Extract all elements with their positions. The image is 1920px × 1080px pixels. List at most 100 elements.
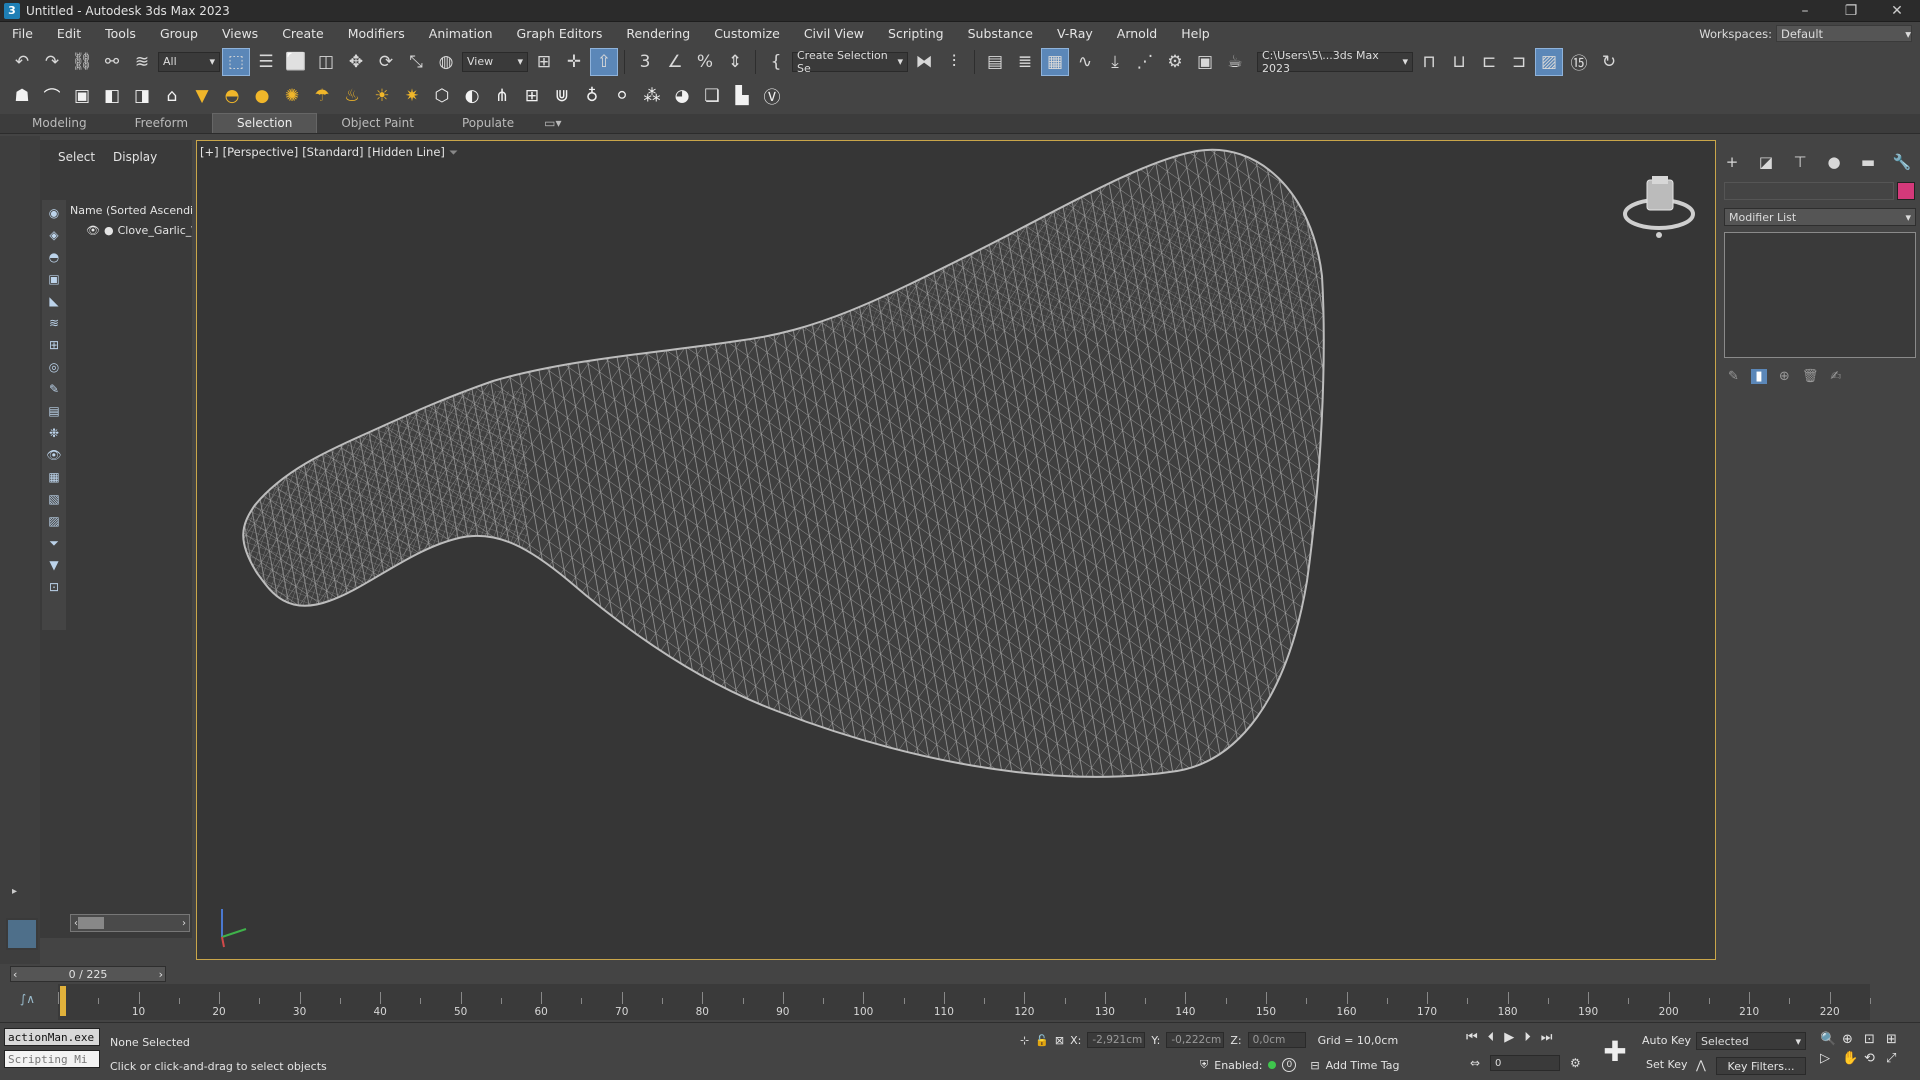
schematic-view-icon[interactable]: ⤓ [1101,48,1129,76]
multi-material-icon[interactable]: ❏ [698,82,726,110]
menu-create[interactable]: Create [270,26,336,41]
shapes-filter-icon[interactable]: ◓ [45,248,63,266]
angle-snap-icon[interactable]: ∠ [661,48,689,76]
move-icon[interactable]: ✥ [342,48,370,76]
project-path-dropdown[interactable]: C:\Users\5\...3ds Max 2023 ▾ [1257,49,1413,75]
next-frame-icon[interactable]: ⏵ [1524,1030,1531,1045]
vray-grass-icon[interactable]: ⋓ [548,82,576,110]
curve-editor-icon[interactable]: ∿ [1071,48,1099,76]
current-frame-field[interactable]: 0 [1490,1055,1560,1071]
key-mode-toggle-icon[interactable]: ⇔ [1470,1056,1480,1070]
workspace-dropdown[interactable]: Default ▾ [1776,25,1912,42]
tab-select[interactable]: Select [58,150,95,164]
groups-filter-icon[interactable]: ◎ [45,358,63,376]
lock-selection-icon[interactable]: 🔓 [1035,1034,1049,1047]
frame-buffer-icon[interactable]: ▣ [68,82,96,110]
menu-views[interactable]: Views [210,26,270,41]
menu-arnold[interactable]: Arnold [1105,26,1169,41]
tab-freeform[interactable]: Freeform [111,114,212,133]
named-selection-set-dropdown[interactable]: Create Selection Se ▾ [792,49,908,75]
hidden-filter-icon[interactable]: ▦ [45,468,63,486]
spinner-snap-icon[interactable]: ⇕ [721,48,749,76]
remove-modifier-icon[interactable]: 🗑 [1802,369,1819,384]
show-end-result-icon[interactable]: ▮ [1750,368,1767,384]
expand-panel-icon[interactable]: ▸ [12,886,28,902]
vray-sphere-icon[interactable]: ◐ [458,82,486,110]
geometry-filter-icon[interactable]: ◈ [45,226,63,244]
rotate-icon[interactable]: ⟳ [372,48,400,76]
display-none-icon[interactable]: ◉ [45,204,63,222]
render-icon[interactable]: ◧ [98,82,126,110]
chevron-right-icon[interactable]: › [182,918,186,929]
viewport-display-mode-label[interactable]: [Hidden Line] [367,145,444,160]
object-color-swatch[interactable] [1897,182,1915,200]
bind-space-warp-icon[interactable]: ≋ [128,48,156,76]
vray-proxy-icon[interactable]: ⬡ [428,82,456,110]
menu-scripting[interactable]: Scripting [876,26,956,41]
reference-coordinate-dropdown[interactable]: View ▾ [462,51,528,72]
viewport-layout-icon[interactable] [6,918,38,950]
ambient-light-icon[interactable]: ✷ [398,82,426,110]
vray-scatter-icon[interactable]: ♁ [578,82,606,110]
menu-graph-editors[interactable]: Graph Editors [505,26,615,41]
menu-group[interactable]: Group [148,26,210,41]
select-by-name-icon[interactable]: ☰ [252,48,280,76]
configure-modifier-sets-icon[interactable]: ✍ [1830,369,1841,384]
viewport-shading-label[interactable]: [Standard] [302,145,363,160]
vray-light-icon[interactable]: ▼ [188,82,216,110]
garlic-clove-wireframe[interactable] [197,141,1715,959]
vray-fur-icon[interactable]: ⋔ [488,82,516,110]
palette-icon[interactable]: ◕ [668,82,696,110]
containers-filter-icon[interactable]: ❉ [45,424,63,442]
render-setup-icon[interactable]: ⚙ [1161,48,1189,76]
space-warps-filter-icon[interactable]: ⊞ [45,336,63,354]
scene-explorer-icon[interactable]: ▤ [981,48,1009,76]
add-time-tag-button[interactable]: Add Time Tag [1326,1059,1400,1072]
keyboard-shortcut-override-icon[interactable]: ⇧ [590,47,618,76]
isolate-icon[interactable]: ⊹ [1020,1034,1029,1047]
maxscript-listener-output[interactable]: Scripting Mi [4,1050,100,1068]
chevron-right-icon[interactable]: › [159,968,163,981]
go-to-end-icon[interactable]: ⏭ [1541,1030,1553,1045]
curve-editor-toggle-icon[interactable]: ∫∧ [20,992,35,1006]
tab-display[interactable]: Display [113,150,157,164]
bones-filter-icon[interactable]: ▤ [45,402,63,420]
unlink-icon[interactable]: ⚯ [98,48,126,76]
menu-tools[interactable]: Tools [93,26,148,41]
time-tag-icon[interactable]: ⊟ [1310,1059,1319,1072]
key-mode-dropdown[interactable]: Selected ▾ [1696,1032,1806,1050]
material-library-icon[interactable]: ⁂ [638,82,666,110]
maximize-viewport-icon[interactable]: ⤢ [1886,1051,1906,1066]
close-button[interactable]: ✕ [1874,0,1920,22]
sphere-light-icon[interactable]: ● [248,82,276,110]
dome-light-icon[interactable]: ◓ [218,82,246,110]
link-icon[interactable]: ⛓ [68,48,96,76]
enabled-status-icon[interactable] [1268,1061,1277,1069]
cameras-filter-icon[interactable]: ◣ [45,292,63,310]
ies-light-icon[interactable]: ♨ [338,82,366,110]
menu-vray[interactable]: V-Ray [1045,26,1105,41]
ribbon-options-icon[interactable]: ▭▾ [538,114,567,133]
pivot-center-icon[interactable]: ⊞ [530,48,558,76]
vray-camera-icon[interactable]: ⌂ [158,82,186,110]
auto-key-button[interactable]: Auto Key [1642,1034,1691,1047]
teapot-icon[interactable]: ☗ [8,82,36,110]
modifier-stack[interactable] [1724,232,1916,358]
set-key-button[interactable]: Set Key [1646,1058,1688,1071]
utilities-tab-icon[interactable]: 🔧 [1892,152,1912,172]
undo-icon[interactable]: ↶ [8,48,36,76]
time-configuration-icon[interactable]: ⚙ [1570,1056,1581,1070]
menu-rendering[interactable]: Rendering [614,26,702,41]
zoom-extents-all-icon[interactable]: ⊞ [1886,1032,1906,1047]
chevron-left-icon[interactable]: ‹ [13,968,17,981]
enabled-count[interactable]: 0 [1282,1058,1297,1072]
hierarchy-tab-icon[interactable]: ⊤ [1790,152,1810,172]
go-to-start-icon[interactable]: ⏮ [1466,1030,1478,1045]
filter-icon[interactable]: ⏷ [45,534,63,552]
open-project-icon[interactable]: ⊔ [1445,48,1473,76]
maxscript-listener-input[interactable]: actionMan.exe [4,1028,100,1046]
zoom-extents-icon[interactable]: ⊡ [1864,1032,1884,1047]
ribbon-toggle-icon[interactable]: ▦ [1041,47,1069,76]
xrefs-filter-icon[interactable]: ✎ [45,380,63,398]
save-project-icon[interactable]: ⊐ [1505,48,1533,76]
